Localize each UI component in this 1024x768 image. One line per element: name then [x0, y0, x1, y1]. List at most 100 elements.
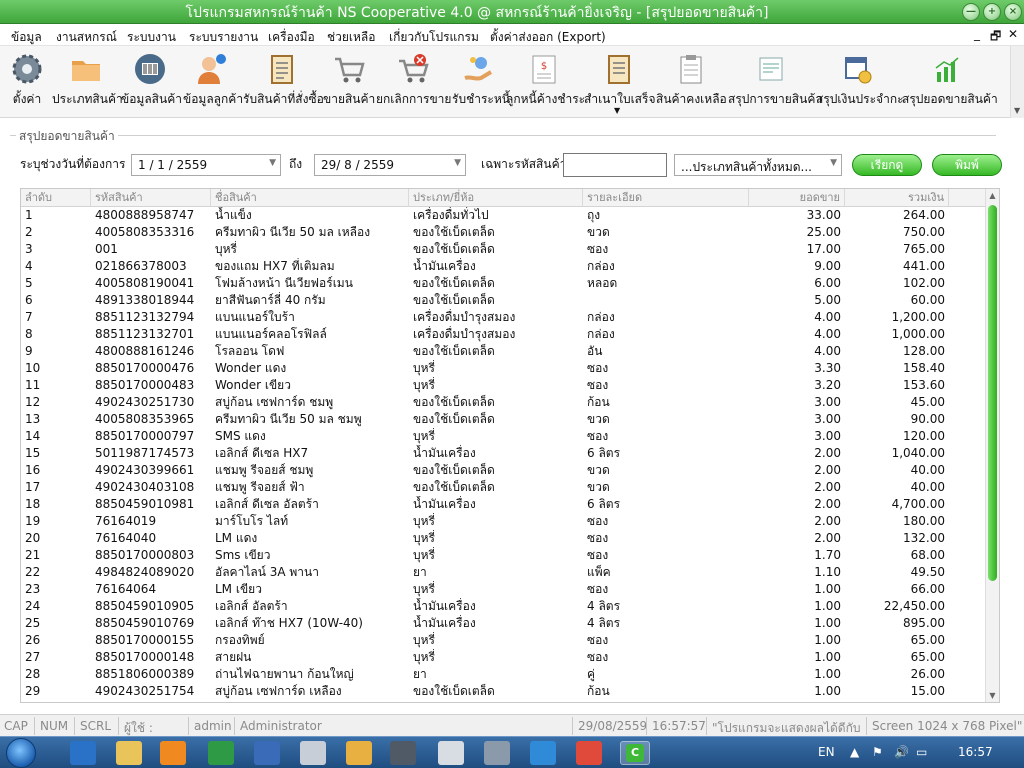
date-from-picker[interactable]: 1 / 1 / 2559 ▼ [131, 154, 281, 176]
table-row[interactable]: 7 8851123132794 แบนแนอร์ใบร้า เครื่องดื่มบำ… [21, 309, 987, 326]
minimize-button[interactable]: — [962, 3, 980, 21]
category-select[interactable]: ...ประเภทสินค้าทั้งหมด... ▼ [674, 154, 842, 176]
tool-receipt-copy[interactable]: สำเนาใบเสร็จ ▼ [584, 50, 655, 115]
tool-receive-orders[interactable]: รับสินค้าที่สั่งซื้อ [243, 50, 324, 114]
table-row[interactable]: 24 8850459010905 เอลิกส์ อัลตร้า น้ำมันเครื… [21, 598, 987, 615]
table-row[interactable]: 29 4902430251754 สบู่ก้อน เซฟการ์ด เหลือง ข… [21, 683, 987, 700]
table-row[interactable]: 3 001 บุหรี่ ของใช้เบ็ดเตล็ด ซอง 17.00 765.00 [21, 241, 987, 258]
table-row[interactable]: 19 76164019 มาร์โบโร ไลท์ บุหรี่ ซอง 2.00 180.… [21, 513, 987, 530]
scrollbar-thumb[interactable] [988, 205, 997, 581]
product-code-input[interactable] [563, 153, 667, 177]
col-header-detail[interactable]: รายละเอียด [583, 189, 749, 207]
language-indicator[interactable]: EN [818, 745, 835, 759]
word-icon[interactable] [254, 741, 280, 765]
chevron-down-icon[interactable]: ▼ [830, 158, 837, 168]
menu-reports[interactable]: ระบบรายงาน [189, 28, 258, 47]
table-row[interactable]: 14 8850170000797 SMS แดง บุหรี่ ซอง 3.00 120.0… [21, 428, 987, 445]
table-row[interactable]: 28 8851806000389 ถ่านไฟฉายพานา ก้อนใหญ่ ยา ค… [21, 666, 987, 683]
start-button[interactable] [6, 738, 36, 768]
tool-customer-data[interactable]: ข้อมูลลูกค้า [183, 50, 243, 114]
tool-sell[interactable]: ขายสินค้า [323, 50, 375, 114]
table-row[interactable]: 15 5011987174573 เอลิกส์ ดีเซล HX7 น้ำมันเค… [21, 445, 987, 462]
table-row[interactable]: 8 8851123132701 แบนแนอร์คลอโรฟิลล์ เครื่องด… [21, 326, 987, 343]
table-row[interactable]: 16 4902430399661 แชมพู รีจอยส์ ชมพู ของใช้เ… [21, 462, 987, 479]
notepad-icon[interactable] [438, 741, 464, 765]
table-row[interactable]: 18 8850459010981 เอลิกส์ ดีเซล อัลตร้า น้ำม… [21, 496, 987, 513]
date-to-picker[interactable]: 29/ 8 / 2559 ▼ [314, 154, 466, 176]
close-button[interactable]: × [1004, 3, 1022, 21]
chrome-icon[interactable] [576, 741, 602, 765]
flag-icon[interactable]: ⚑ [872, 745, 883, 759]
key-icon[interactable] [346, 741, 372, 765]
tool-shift-cash-summary[interactable]: สรุปเงินประจำกะ [816, 50, 904, 114]
dropdown-arrow-icon[interactable]: ▼ [614, 106, 620, 115]
table-row[interactable]: 23 76164064 LM เขียว บุหรี่ ซอง 1.00 66.00 [21, 581, 987, 598]
table-row[interactable]: 26 8850170000155 กรองทิพย์ บุหรี่ ซอง 1.00 65.… [21, 632, 987, 649]
mdi-close-button[interactable]: ✕ [1008, 27, 1018, 41]
network-app-icon[interactable] [300, 741, 326, 765]
camera-icon[interactable] [390, 741, 416, 765]
mdi-minimize-button[interactable]: _ [974, 27, 980, 41]
table-row[interactable]: 17 4902430403108 แชมพู รีจอยส์ ฟ้า ของใช้เบ… [21, 479, 987, 496]
menu-cooperative[interactable]: งานสหกรณ์ [56, 28, 117, 47]
col-header-category[interactable]: ประเภท/ยี่ห้อ [409, 189, 583, 207]
col-header-qty[interactable]: ยอดขาย [749, 189, 845, 207]
table-row[interactable]: 1 4800888958747 น้ำแข็ง เครื่องดื่มทั่วไป ถุ… [21, 207, 987, 224]
table-row[interactable]: 10 8850170000476 Wonder แดง บุหรี่ ซอง 3.30 15… [21, 360, 987, 377]
menu-data[interactable]: ข้อมูล [11, 28, 42, 47]
col-header-no[interactable]: ลำดับ [21, 189, 91, 207]
menu-tools[interactable]: เครื่องมือ [268, 28, 315, 47]
tool-sales-summary[interactable]: สรุปการขายสินค้า [728, 50, 822, 114]
col-header-code[interactable]: รหัสสินค้า [91, 189, 211, 207]
chevron-down-icon[interactable]: ▼ [269, 158, 276, 168]
scroll-down-icon[interactable]: ▼ [986, 689, 999, 702]
tool-product-sales-summary[interactable]: สรุปยอดขายสินค้า [902, 50, 998, 114]
teamviewer-icon[interactable] [530, 741, 556, 765]
table-row[interactable]: 27 8850170000148 สายฝน บุหรี่ ซอง 1.00 65.00 [21, 649, 987, 666]
tool-product-data[interactable]: ข้อมูลสินค้า [121, 50, 182, 114]
grid-scrollbar[interactable]: ▲ ▼ [985, 189, 999, 702]
toolbar-scroll[interactable]: ▼ [1010, 46, 1024, 118]
menu-export-settings[interactable]: ตั้งค่าส่งออก (Export) [490, 28, 606, 47]
tool-stock-remaining[interactable]: สินค้าคงเหลือ [656, 50, 727, 114]
menu-help[interactable]: ช่วยเหลือ [327, 28, 376, 47]
table-row[interactable]: 12 4902430251730 สบู่ก้อน เซฟการ์ด ชมพู ของ… [21, 394, 987, 411]
volume-icon[interactable]: 🔊 [894, 745, 909, 759]
table-row[interactable]: 22 4984824089020 อัลคาไลน์ 3A พานา ยา แพ็ค 1.… [21, 564, 987, 581]
col-header-amount[interactable]: รวมเงิน [845, 189, 949, 207]
menu-about[interactable]: เกี่ยวกับโปรแกรม [389, 28, 479, 47]
clock[interactable]: 16:57 [958, 745, 993, 759]
table-row[interactable]: 4 021866378003 ของแถม HX7 ที่เติมลม น้ำมันเ… [21, 258, 987, 275]
table-row[interactable]: 20 76164040 LM แดง บุหรี่ ซอง 2.00 132.00 [21, 530, 987, 547]
ie-icon[interactable] [70, 741, 96, 765]
table-row[interactable]: 2 4005808353316 ครีมทาผิว นีเวีย 50 มล เหล… [21, 224, 987, 241]
table-row[interactable]: 13 4005808353965 ครีมทาผิว นีเวีย 50 มล ชม… [21, 411, 987, 428]
media-player-icon[interactable] [160, 741, 186, 765]
chevron-down-icon[interactable]: ▼ [454, 158, 461, 168]
explorer-icon[interactable] [116, 741, 142, 765]
table-row[interactable]: 21 8850170000803 Sms เขียว บุหรี่ ซอง 1.70 68.… [21, 547, 987, 564]
tool-product-category[interactable]: ประเภทสินค้า [52, 50, 123, 114]
table-row[interactable]: 6 4891338018944 ยาสีฟันดาร์ลี่ 40 กรัม ของใ… [21, 292, 987, 309]
cooperative-app-icon[interactable]: C [620, 741, 650, 765]
network-icon[interactable]: ▭ [916, 745, 927, 759]
tray-expand-icon[interactable]: ▲ [850, 745, 859, 759]
calculator-icon[interactable] [484, 741, 510, 765]
print-button[interactable]: พิมพ์ [932, 154, 1002, 176]
menu-system[interactable]: ระบบงาน [127, 28, 176, 47]
mdi-restore-button[interactable]: 🗗 [990, 27, 1001, 48]
col-header-name[interactable]: ชื่อสินค้า [211, 189, 409, 207]
table-row[interactable]: 25 8850459010769 เอลิกส์ ท๊าช HX7 (10W-40)… [21, 615, 987, 632]
tool-outstanding-debtors[interactable]: $ ลูกหนี้ค้างชำระ [506, 50, 585, 114]
scroll-down-icon[interactable]: ▼ [1014, 106, 1020, 115]
table-row[interactable]: 9 4800888161246 โรลออน โดฟ ของใช้เบ็ดเตล็ด อ… [21, 343, 987, 360]
scroll-up-icon[interactable]: ▲ [986, 189, 999, 202]
excel-icon[interactable] [208, 741, 234, 765]
table-row[interactable]: 11 8850170000483 Wonder เขียว บุหรี่ ซอง 3.20… [21, 377, 987, 394]
tool-settings[interactable]: ตั้งค่า [8, 50, 46, 114]
tool-cancel-sale[interactable]: ยกเลิกการขาย [376, 50, 451, 114]
search-button[interactable]: เรียกดู [852, 154, 922, 176]
maximize-button[interactable]: + [983, 3, 1001, 21]
tool-receive-payment[interactable]: รับชำระหนี้ [452, 50, 510, 114]
table-row[interactable]: 5 4005808190041 โฟมล้างหน้า นีเวียฟอร์เมน ข… [21, 275, 987, 292]
